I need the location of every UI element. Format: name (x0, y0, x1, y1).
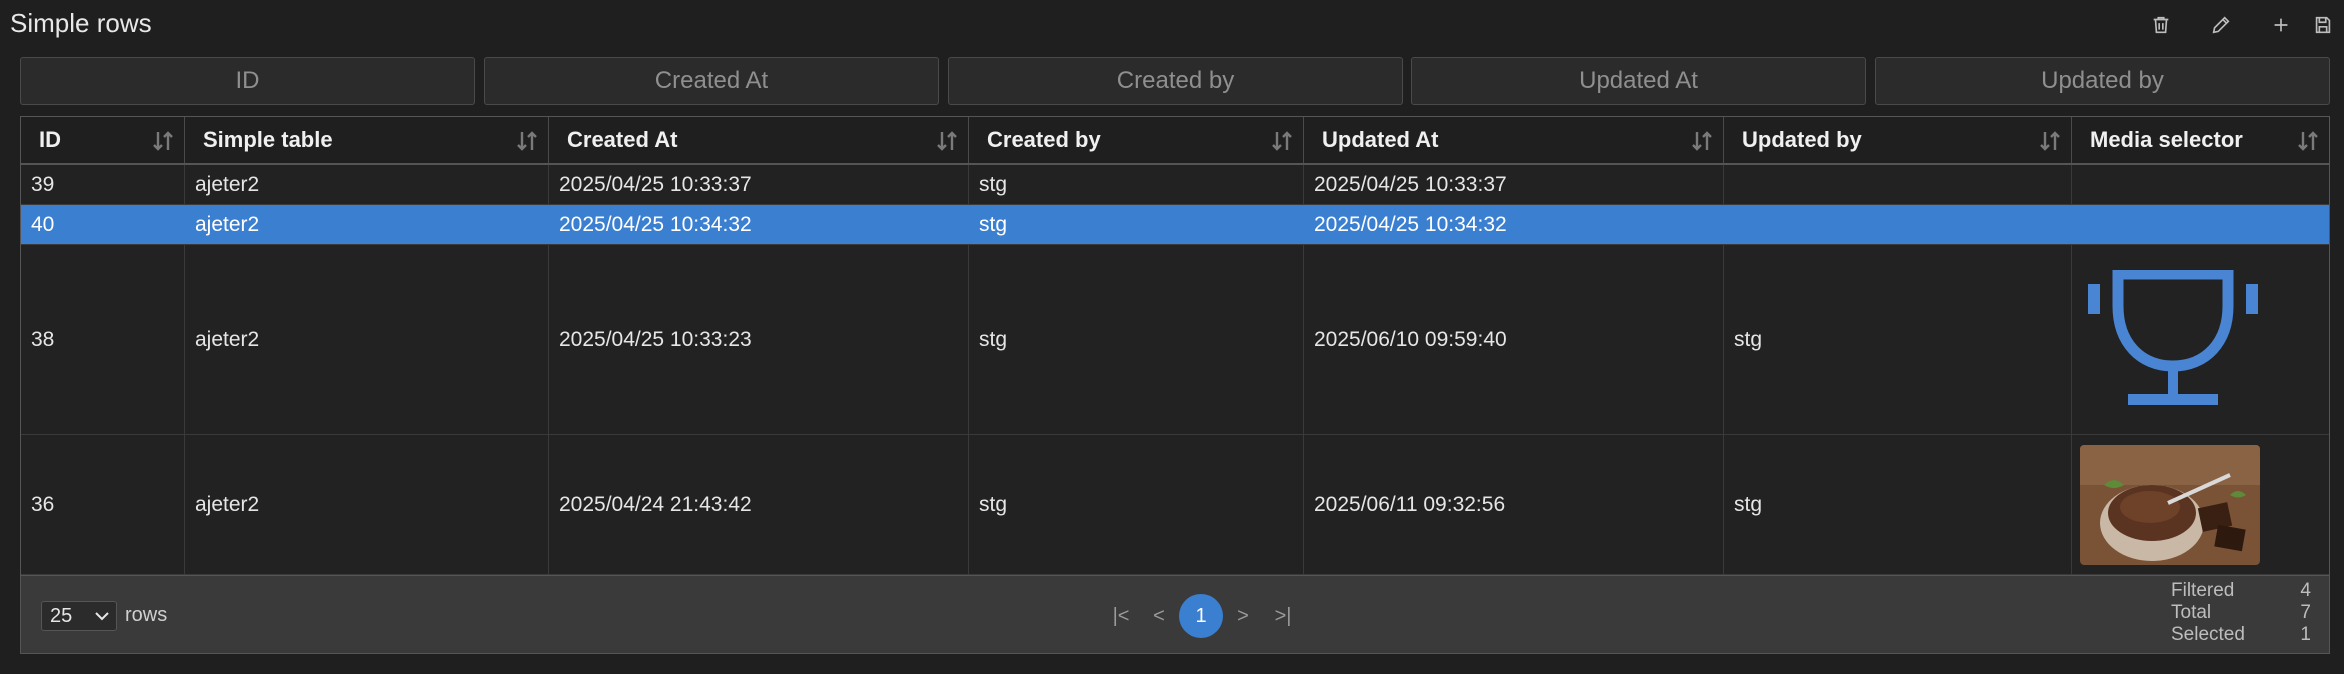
filter-created-by[interactable] (948, 57, 1403, 105)
column-header-created-at[interactable]: Created At (549, 117, 969, 163)
cell-updated-by (1724, 205, 2072, 244)
cell-updated-by (1724, 165, 2072, 204)
last-page-button[interactable]: >| (1263, 594, 1303, 638)
cell-created-at: 2025/04/25 10:34:32 (549, 205, 969, 244)
column-header-id[interactable]: ID (21, 117, 185, 163)
stat-value: 7 (2300, 602, 2311, 623)
cell-updated-by: stg (1724, 245, 2072, 434)
table-header: ID Simple table Created At Created by Up… (21, 117, 2329, 165)
stat-label: Filtered (2171, 580, 2235, 601)
table-row[interactable]: 38 ajeter2 2025/04/25 10:33:23 stg 2025/… (21, 245, 2329, 435)
delete-icon[interactable] (2144, 8, 2178, 42)
sort-icon[interactable] (2039, 129, 2061, 153)
cell-updated-at: 2025/06/10 09:59:40 (1304, 245, 1724, 434)
next-page-button[interactable]: > (1223, 594, 1263, 638)
cell-simple-table: ajeter2 (185, 245, 549, 434)
cell-id: 36 (21, 435, 185, 574)
column-header-label: Updated by (1742, 127, 1862, 152)
add-icon[interactable] (2264, 8, 2298, 42)
page-size-value: 25 (50, 605, 73, 627)
cell-media[interactable] (2072, 245, 2329, 434)
stat-total: Total 7 (2171, 602, 2311, 624)
pagination: |< < 1 > >| (1101, 594, 1341, 638)
page-1-button[interactable]: 1 (1179, 594, 1223, 638)
filter-updated-at[interactable] (1411, 57, 1866, 105)
stat-value: 4 (2300, 580, 2311, 601)
cell-created-by: stg (969, 205, 1304, 244)
column-header-updated-by[interactable]: Updated by (1724, 117, 2072, 163)
table-row[interactable]: 36 ajeter2 2025/04/24 21:43:42 stg 2025/… (21, 435, 2329, 575)
cell-updated-at: 2025/06/11 09:32:56 (1304, 435, 1724, 574)
cell-simple-table: ajeter2 (185, 165, 549, 204)
edit-icon[interactable] (2204, 8, 2238, 42)
cell-simple-table: ajeter2 (185, 205, 549, 244)
trophy-icon (2088, 269, 2258, 405)
cell-created-by: stg (969, 435, 1304, 574)
row-stats: Filtered 4 Total 7 Selected 1 (2171, 580, 2311, 646)
cell-created-by: stg (969, 245, 1304, 434)
column-header-created-by[interactable]: Created by (969, 117, 1304, 163)
filter-id[interactable] (20, 57, 475, 105)
stat-filtered: Filtered 4 (2171, 580, 2311, 602)
column-header-label: Media selector (2090, 127, 2243, 152)
stat-value: 1 (2300, 624, 2311, 645)
first-page-button[interactable]: |< (1101, 594, 1141, 638)
page-size-select[interactable]: 25 (41, 601, 117, 631)
rows-label: rows (125, 604, 168, 626)
table-row[interactable]: 39 ajeter2 2025/04/25 10:33:37 stg 2025/… (21, 165, 2329, 205)
cell-updated-at: 2025/04/25 10:34:32 (1304, 205, 1724, 244)
filter-bar (20, 57, 2330, 105)
cell-updated-at: 2025/04/25 10:33:37 (1304, 165, 1724, 204)
cell-media (2072, 205, 2329, 244)
column-header-simple-table[interactable]: Simple table (185, 117, 549, 163)
header: Simple rows (0, 0, 2344, 50)
chocolate-mousse-image (2080, 444, 2260, 565)
page-title: Simple rows (10, 8, 152, 38)
cell-id: 39 (21, 165, 185, 204)
filter-created-at[interactable] (484, 57, 939, 105)
column-header-label: Simple table (203, 127, 333, 152)
column-header-label: Created by (987, 127, 1101, 152)
cell-updated-by: stg (1724, 435, 2072, 574)
column-header-label: ID (39, 127, 61, 152)
cell-created-at: 2025/04/24 21:43:42 (549, 435, 969, 574)
column-header-label: Updated At (1322, 127, 1439, 152)
toolbar (2144, 8, 2344, 42)
table-footer: 25 rows |< < 1 > >| Filtered 4 Total 7 S… (21, 575, 2329, 653)
prev-page-button[interactable]: < (1139, 594, 1179, 638)
column-header-updated-at[interactable]: Updated At (1304, 117, 1724, 163)
cell-created-at: 2025/04/25 10:33:37 (549, 165, 969, 204)
stat-label: Selected (2171, 624, 2245, 645)
sort-icon[interactable] (1271, 129, 1293, 153)
cell-media (2072, 165, 2329, 204)
data-table: ID Simple table Created At Created by Up… (20, 116, 2330, 654)
cell-media[interactable] (2072, 435, 2329, 574)
sort-icon[interactable] (2297, 129, 2319, 153)
save-icon[interactable] (2306, 8, 2340, 42)
cell-created-by: stg (969, 165, 1304, 204)
sort-icon[interactable] (152, 129, 174, 153)
cell-simple-table: ajeter2 (185, 435, 549, 574)
column-header-label: Created At (567, 127, 678, 152)
cell-id: 38 (21, 245, 185, 434)
column-header-media-selector[interactable]: Media selector (2072, 117, 2329, 163)
sort-icon[interactable] (516, 129, 538, 153)
filter-updated-by[interactable] (1875, 57, 2330, 105)
sort-icon[interactable] (1691, 129, 1713, 153)
sort-icon[interactable] (936, 129, 958, 153)
cell-id: 40 (21, 205, 185, 244)
chevron-down-icon (95, 612, 109, 621)
cell-created-at: 2025/04/25 10:33:23 (549, 245, 969, 434)
stat-selected: Selected 1 (2171, 624, 2311, 646)
stat-label: Total (2171, 602, 2212, 623)
table-row-selected[interactable]: 40 ajeter2 2025/04/25 10:34:32 stg 2025/… (21, 205, 2329, 245)
